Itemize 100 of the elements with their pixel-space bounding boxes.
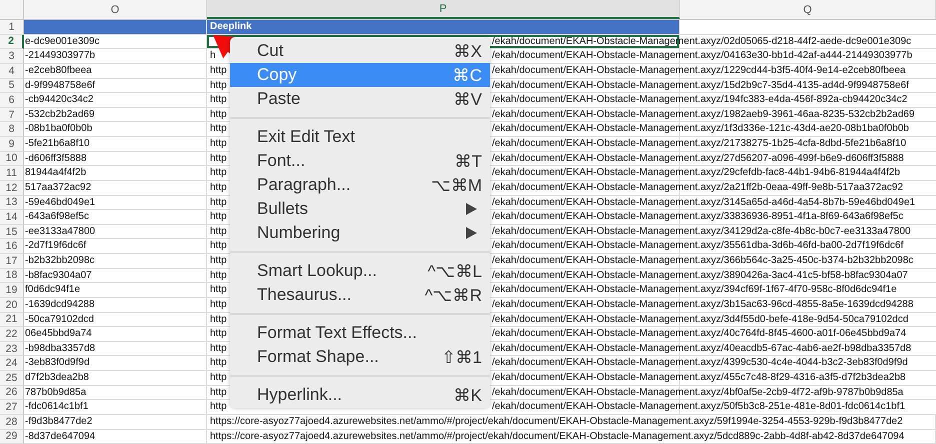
row-number[interactable]: 8 [0,122,24,137]
cell-text: /ekah/document/EKAH-Obstacle-Management.axyz/1229cd44-b3f5-40f4-9e14-e2ceb80fbeea [492,64,906,78]
table-cell: -d606ff3f5888 [24,152,207,166]
row-number[interactable]: 12 [0,180,24,196]
row-number[interactable]: 2 [0,34,24,50]
table-cell: -fdc0614c1bf1 [24,400,207,415]
menu-item[interactable]: Hyperlink... ⌘K [230,383,490,407]
row-number[interactable]: 29 [0,430,24,444]
shortcut-label: ⇧⌘1 [442,346,482,368]
row-number[interactable]: 6 [0,93,24,108]
cell-text: http [210,80,227,90]
cell-text: /ekah/document/EKAH-Obstacle-Management.axyz/15d2b9c7-35d4-4135-ad4d-9f9948758e6f [492,78,909,92]
table-cell: -643a6f98ef5c [24,210,207,225]
menu-item[interactable]: Bullets [230,197,490,221]
cell-text: /ekah/document/EKAH-Obstacle-Management.axyz/40eacdb5-67ac-4ab6-ae2f-b98dba3357d8 [492,342,912,356]
row-number[interactable]: 14 [0,210,24,225]
table-cell: d7f2b3dea2b8 [24,371,207,386]
cell-text: /ekah/document/EKAH-Obstacle-Management.axyz/35561dba-3d6b-46fd-ba00-2d7f19f6dc6f [492,239,904,253]
row-number[interactable]: 11 [0,166,24,181]
cell-text: h [210,50,216,62]
column-header[interactable]: Q [680,0,936,19]
row-number[interactable]: 27 [0,400,24,415]
table-cell: -5fe21b6a8f10 [24,137,207,152]
cell-text: /ekah/document/EKAH-Obstacle-Management.axyz/3d4f55d0-befe-418e-9d54-50ca79102dcd [492,312,908,326]
row-number[interactable]: 9 [0,137,24,152]
table-cell: -b8fac9304a07 [24,268,207,284]
cell-text: /ekah/document/EKAH-Obstacle-Management.axyz/04163e30-bb1d-42af-a444-21449303977b [492,49,912,63]
shortcut-label: ^⌥⌘R [424,284,482,306]
shortcut-label: ⌘C [452,64,482,86]
table-cell: -08b1ba0f0b0b [24,122,207,137]
cell-text: /ekah/document/EKAH-Obstacle-Management.axyz/27d56207-a096-499f-b6e9-d606ff3f5888 [492,152,904,166]
row-number[interactable]: 19 [0,283,24,298]
row-number[interactable]: 3 [0,49,24,64]
cell-text: /ekah/document/EKAH-Obstacle-Management.axyz/2a21ff2b-0eaa-49ff-9e8b-517aa372ac92 [492,180,904,194]
row-number[interactable]: 13 [0,196,24,210]
cell-text: http [210,372,227,383]
row-number[interactable]: 26 [0,386,24,400]
shortcut-label: ⌘T [454,150,482,172]
table-cell: d-9f9948758e6f [24,78,207,94]
menu-item[interactable]: Paste ⌘V [230,87,490,111]
menu-item[interactable]: Smart Lookup... ^⌥⌘L [230,259,490,283]
row-number[interactable]: 23 [0,342,24,356]
cell-text: http [210,298,227,310]
menu-item[interactable]: Format Shape... ⇧⌘1 [230,345,490,369]
row-number[interactable]: 25 [0,371,24,386]
row-number[interactable]: 15 [0,224,24,240]
table-cell: -cb94420c34c2 [24,93,207,108]
cell-text: /ekah/document/EKAH-Obstacle-Management.axyz/40c764fd-8f45-4600-a01f-06e45bbd9a74 [492,327,906,341]
table-cell: f0d6dc94f1e [24,283,207,298]
cell-text: http [210,386,227,398]
table-cell: https://core-asyoz77ajoed4.azurewebsites.net/ammo/#/project/ekah/document/EKAH-Obstacle-Management.axyz/5dcd889c-2abb-4d8f-ab42-8d37de647094 [207,430,936,444]
row-number[interactable]: 5 [0,78,24,94]
table-cell: -b2b32bb2098c [24,254,207,269]
cell-text: http [210,196,227,208]
cell-text: http [210,64,227,76]
menu-item[interactable]: Exit Edit Text [230,125,490,149]
row-number[interactable]: 7 [0,108,24,122]
cell-text: http [210,255,227,266]
table-cell: -b98dba3357d8 [24,342,207,356]
cell-text: /ekah/document/EKAH-Obstacle-Management.axyz/366b564c-3a25-450c-b374-b2b32bb2098c [492,254,914,268]
menu-item[interactable]: Format Text Effects... [230,321,490,345]
cell-text: /ekah/document/EKAH-Obstacle-Management.axyz/50f5b3c8-251e-481e-8d01-fdc0614c1bf1 [492,400,906,414]
menu-item[interactable]: Cut ⌘X [230,39,490,63]
table-cell: 06e45bbd9a74 [24,327,207,342]
row-number[interactable]: 1 [0,20,24,35]
menu-item[interactable]: Thesaurus... ^⌥⌘R [230,283,490,307]
menu-item[interactable]: Font... ⌘T [230,149,490,173]
table-cell: -8d37de647094 [24,430,207,444]
shortcut-label: ^⌥⌘L [428,260,482,282]
row-number[interactable]: 17 [0,254,24,269]
row-number[interactable]: 28 [0,414,24,430]
row-number[interactable]: 16 [0,239,24,254]
row-number[interactable]: 10 [0,152,24,166]
row-number[interactable]: 4 [0,64,24,78]
row-number[interactable]: 21 [0,312,24,328]
table-cell: 81944a4f4f2b [24,166,207,181]
row-number[interactable]: 20 [0,298,24,312]
cell-text: http [210,138,227,149]
menu-item[interactable]: Copy ⌘C [230,63,490,87]
cell-text: http [210,167,227,178]
row-number[interactable]: 18 [0,268,24,284]
cell-text: http [210,328,227,340]
table-cell: 517aa372ac92 [24,180,207,196]
cell-text: /ekah/document/EKAH-Obstacle-Management.axyz/29cfefdb-fac8-44b1-94b6-81944a4f4f2b [492,166,900,180]
table-cell: https://core-asyoz77ajoed4.azurewebsites.net/ammo/#/project/ekah/document/EKAH-Obstacle-Management.axyz/59f1994e-3254-4553-929b-f9d3b8477de2 [207,414,936,430]
row-number[interactable]: 24 [0,356,24,371]
cell-text: /ekah/document/EKAH-Obstacle-Management.axyz/3b15ac63-96cd-4855-8a5e-1639dcd94288 [492,298,914,312]
cell-text: http [210,152,227,164]
cell-text: /ekah/document/EKAH-Obstacle-Management.axyz/3145a65d-a46d-4a54-8b7b-59e46bd049e1 [492,196,916,210]
cell-text: http [210,401,227,412]
cell-text: http [210,240,227,252]
table-cell: e-dc9e001e309c [24,34,207,50]
table-cell: -1639dcd94288 [24,298,207,312]
cell-text: /ekah/document/EKAH-Obstacle-Management.axyz/1982aeb9-3961-46aa-8235-532cb2b2ad69 [492,108,915,122]
menu-item[interactable]: Numbering [230,221,490,245]
cell-text: http [210,357,227,368]
cell-text: /ekah/document/EKAH-Obstacle-Management.axyz/4399c530-4c4e-4044-b3c2-3eb83f0d9f9d [492,356,908,370]
column-header[interactable]: P [207,0,680,19]
menu-item[interactable]: Paragraph... ⌥⌘M [230,173,490,197]
row-number[interactable]: 22 [0,327,24,342]
